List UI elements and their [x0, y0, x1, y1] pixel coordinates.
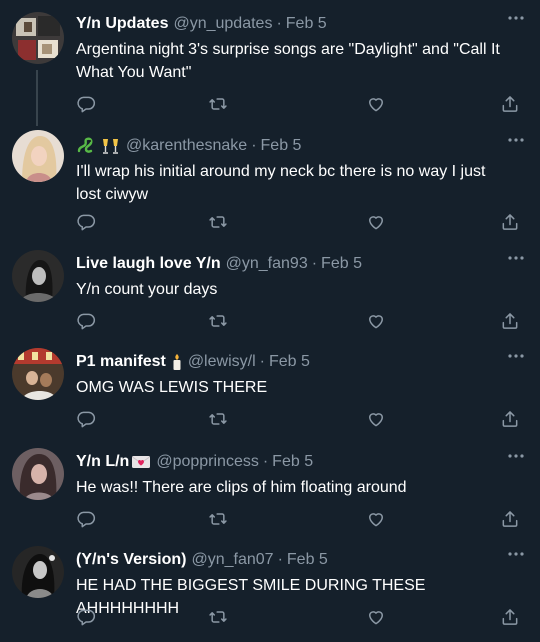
like-icon[interactable]	[366, 94, 388, 116]
candle-emoji-icon	[171, 353, 183, 371]
tweet-actions	[76, 94, 518, 116]
tweet-header: Y/n Updates @yn_updates · Feb 5	[76, 14, 528, 34]
separator-dot: ·	[259, 353, 265, 370]
avatar[interactable]	[12, 448, 64, 500]
timestamp[interactable]: Feb 5	[269, 352, 310, 372]
separator-dot: ·	[251, 137, 257, 154]
tweet-header: Live laugh love Y/n @yn_fan93 · Feb 5	[76, 254, 528, 274]
love-letter-emoji-icon	[131, 454, 151, 470]
handle[interactable]: @karenthesnake	[126, 136, 247, 156]
display-name[interactable]: Y/n L/n	[76, 452, 129, 472]
separator-dot: ·	[277, 551, 283, 568]
tweet-header: @karenthesnake · Feb 5	[76, 136, 528, 156]
retweet-icon[interactable]	[208, 94, 230, 116]
reply-icon[interactable]	[76, 311, 98, 333]
avatar[interactable]	[12, 348, 64, 400]
tweet-actions	[76, 509, 518, 531]
tweet-text: Y/n count your days	[76, 281, 218, 298]
separator-dot: ·	[262, 453, 269, 470]
separator-dot: ·	[276, 15, 282, 32]
handle[interactable]: @yn_fan07	[192, 550, 274, 570]
like-icon[interactable]	[366, 212, 388, 234]
share-icon[interactable]	[500, 212, 522, 234]
display-name[interactable]: Live laugh love Y/n	[76, 254, 221, 274]
tweet-text: I'll wrap his initial around my neck bc …	[76, 163, 486, 203]
retweet-icon[interactable]	[208, 509, 230, 531]
tweet-5[interactable]: Y/n L/n @popprincess · Feb 5 He was!! Th…	[0, 438, 540, 536]
handle[interactable]: @lewisy/l	[188, 352, 256, 372]
avatar[interactable]	[12, 546, 64, 598]
share-icon[interactable]	[500, 409, 522, 431]
timestamp[interactable]: Feb 5	[287, 550, 328, 570]
tweet-6[interactable]: (Y/n's Version) @yn_fan07 · Feb 5 HE HAD…	[0, 536, 540, 642]
display-name[interactable]: Y/n Updates	[76, 14, 168, 34]
tweet-text: Argentina night 3's surprise songs are "…	[76, 41, 500, 81]
tweet-actions	[76, 607, 518, 629]
timestamp[interactable]: Feb 5	[321, 254, 362, 274]
timestamp[interactable]: Feb 5	[272, 452, 313, 472]
share-icon[interactable]	[500, 509, 522, 531]
handle[interactable]: @yn_fan93	[226, 254, 308, 274]
tweet-header: Y/n L/n @popprincess · Feb 5	[76, 452, 528, 472]
tweet-text: OMG WAS LEWIS THERE	[76, 379, 268, 396]
like-icon[interactable]	[366, 509, 388, 531]
tweet-actions	[76, 212, 518, 234]
avatar[interactable]	[12, 250, 64, 302]
retweet-icon[interactable]	[208, 311, 230, 333]
avatar[interactable]	[12, 12, 64, 64]
share-icon[interactable]	[500, 311, 522, 333]
more-icon[interactable]	[504, 346, 528, 366]
display-name[interactable]: P1 manifest	[76, 352, 166, 372]
reply-icon[interactable]	[76, 509, 98, 531]
tweet-2[interactable]: @karenthesnake · Feb 5 I'll wrap his ini…	[0, 124, 540, 240]
like-icon[interactable]	[366, 409, 388, 431]
snake-emoji-icon	[76, 137, 96, 155]
tweet-actions	[76, 311, 518, 333]
timestamp[interactable]: Feb 5	[286, 14, 327, 34]
tweet-actions	[76, 409, 518, 431]
tweet-text: He was!! There are clips of him floating…	[76, 479, 407, 496]
tweet-1[interactable]: Y/n Updates @yn_updates · Feb 5 Argentin…	[0, 0, 540, 124]
separator-dot: ·	[311, 255, 318, 272]
display-name[interactable]: (Y/n's Version)	[76, 550, 187, 570]
tweet-header: P1 manifest @lewisy/l · Feb 5	[76, 352, 528, 372]
reply-icon[interactable]	[76, 607, 98, 629]
reply-icon[interactable]	[76, 409, 98, 431]
avatar[interactable]	[12, 130, 64, 182]
handle[interactable]: @popprincess	[156, 452, 259, 472]
more-icon[interactable]	[504, 446, 528, 466]
tweet-header: (Y/n's Version) @yn_fan07 · Feb 5	[76, 550, 528, 570]
share-icon[interactable]	[500, 607, 522, 629]
tweet-4[interactable]: P1 manifest @lewisy/l · Feb 5 OMG WAS LE…	[0, 338, 540, 438]
share-icon[interactable]	[500, 94, 522, 116]
like-icon[interactable]	[366, 311, 388, 333]
timestamp[interactable]: Feb 5	[261, 136, 302, 156]
more-icon[interactable]	[504, 8, 528, 28]
champagne-emoji-icon	[100, 137, 122, 155]
reply-icon[interactable]	[76, 94, 98, 116]
tweet-thread: Y/n Updates @yn_updates · Feb 5 Argentin…	[0, 0, 540, 642]
tweet-3[interactable]: Live laugh love Y/n @yn_fan93 · Feb 5 Y/…	[0, 240, 540, 338]
like-icon[interactable]	[366, 607, 388, 629]
more-icon[interactable]	[504, 544, 528, 564]
retweet-icon[interactable]	[208, 607, 230, 629]
retweet-icon[interactable]	[208, 212, 230, 234]
retweet-icon[interactable]	[208, 409, 230, 431]
more-icon[interactable]	[504, 130, 528, 150]
more-icon[interactable]	[504, 248, 528, 268]
reply-icon[interactable]	[76, 212, 98, 234]
handle[interactable]: @yn_updates	[173, 14, 272, 34]
